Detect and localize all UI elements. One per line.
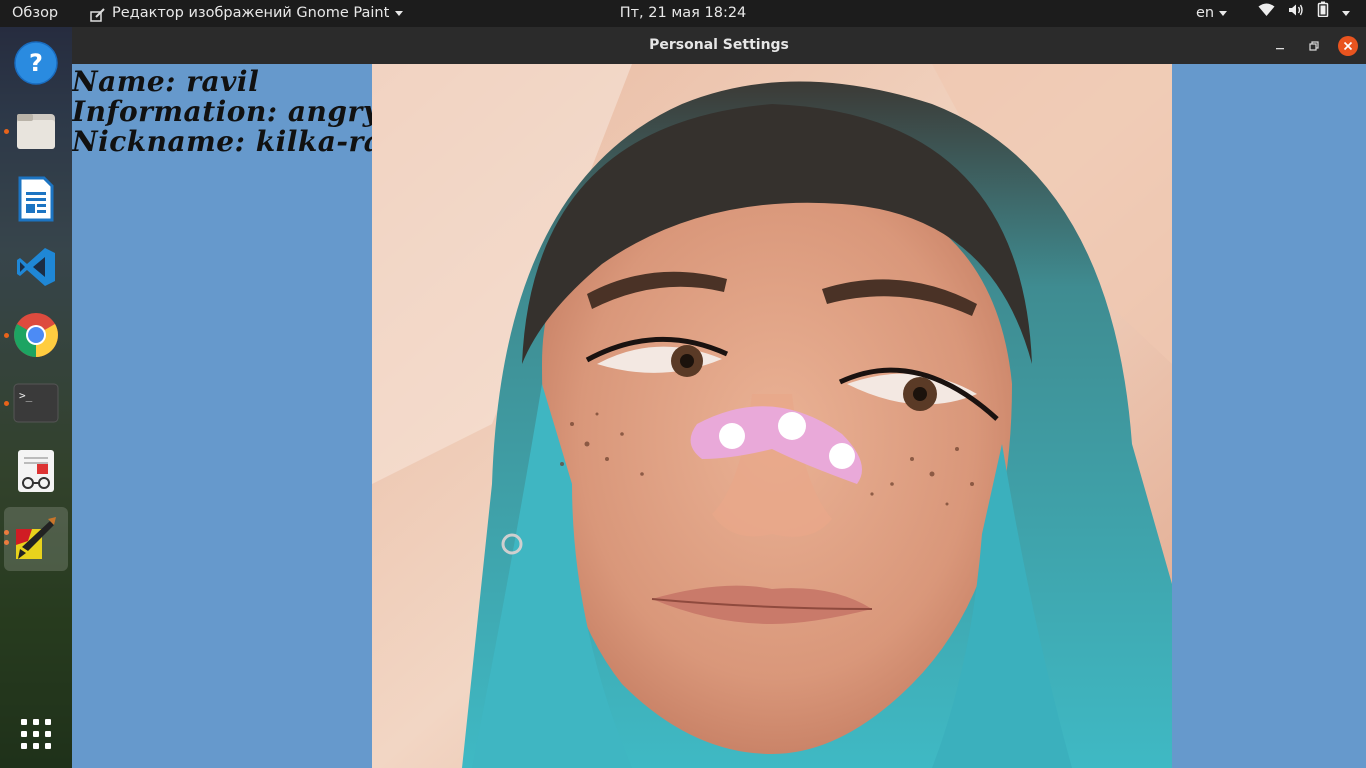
personal-settings-content: Name: ravil Information: angry Nickname:… (72, 64, 1366, 768)
clock[interactable]: Пт, 21 мая 18:24 (620, 5, 747, 21)
files-icon (17, 114, 55, 149)
dock-item-help[interactable]: ? (9, 36, 63, 90)
information-label: Information: angry (72, 95, 380, 128)
maximize-icon (1309, 41, 1319, 51)
dock-item-gnome-paint[interactable] (4, 507, 68, 571)
language-selector[interactable]: en (1196, 0, 1228, 27)
dock-item-terminal[interactable]: >_ (9, 376, 63, 430)
app-menu[interactable]: Редактор изображений Gnome Paint (90, 0, 404, 27)
close-button[interactable] (1338, 36, 1358, 56)
profile-photo (372, 64, 1172, 768)
show-applications-button[interactable] (9, 707, 63, 761)
activities-button[interactable]: Обзор (12, 0, 58, 27)
chrome-icon (14, 313, 58, 357)
terminal-icon: >_ (13, 383, 59, 423)
battery-icon (1317, 0, 1329, 27)
help-icon: ? (14, 41, 58, 85)
name-label: Name: ravil (72, 65, 260, 98)
svg-text:?: ? (29, 49, 43, 77)
top-bar: Обзор Редактор изображений Gnome Paint П… (0, 0, 1366, 27)
dock-item-writer[interactable] (9, 172, 63, 226)
profile-info: Name: ravil Information: angry Nickname:… (72, 67, 399, 157)
language-label: en (1196, 5, 1215, 21)
show-applications-icon (21, 719, 51, 749)
gnome-paint-icon (16, 517, 56, 559)
dock-item-vscode[interactable] (9, 240, 63, 294)
wifi-icon (1258, 0, 1275, 27)
close-icon (1343, 41, 1353, 51)
dock-item-chrome[interactable] (9, 308, 63, 362)
vscode-icon (17, 248, 55, 286)
gnome-paint-small-icon (90, 6, 106, 22)
dock: ? >_ (0, 27, 72, 768)
libreoffice-writer-icon (18, 176, 54, 222)
document-viewer-icon (18, 450, 54, 492)
volume-icon (1288, 0, 1304, 27)
window-title: Personal Settings (649, 37, 789, 53)
maximize-button[interactable] (1304, 36, 1324, 56)
app-menu-label: Редактор изображений Gnome Paint (112, 5, 390, 21)
system-menu[interactable] (1258, 0, 1350, 27)
dock-item-document-viewer[interactable] (9, 444, 63, 498)
nickname-label: Nickname: kilka-rav (72, 125, 400, 158)
svg-text:>_: >_ (19, 389, 33, 402)
dock-item-files[interactable] (9, 104, 63, 158)
window-titlebar[interactable]: Personal Settings (72, 27, 1366, 64)
minimize-button[interactable] (1270, 36, 1290, 56)
minimize-icon (1276, 48, 1284, 50)
chevron-down-icon (1342, 11, 1350, 16)
chevron-down-icon (395, 11, 404, 16)
chevron-down-icon (1219, 11, 1228, 16)
